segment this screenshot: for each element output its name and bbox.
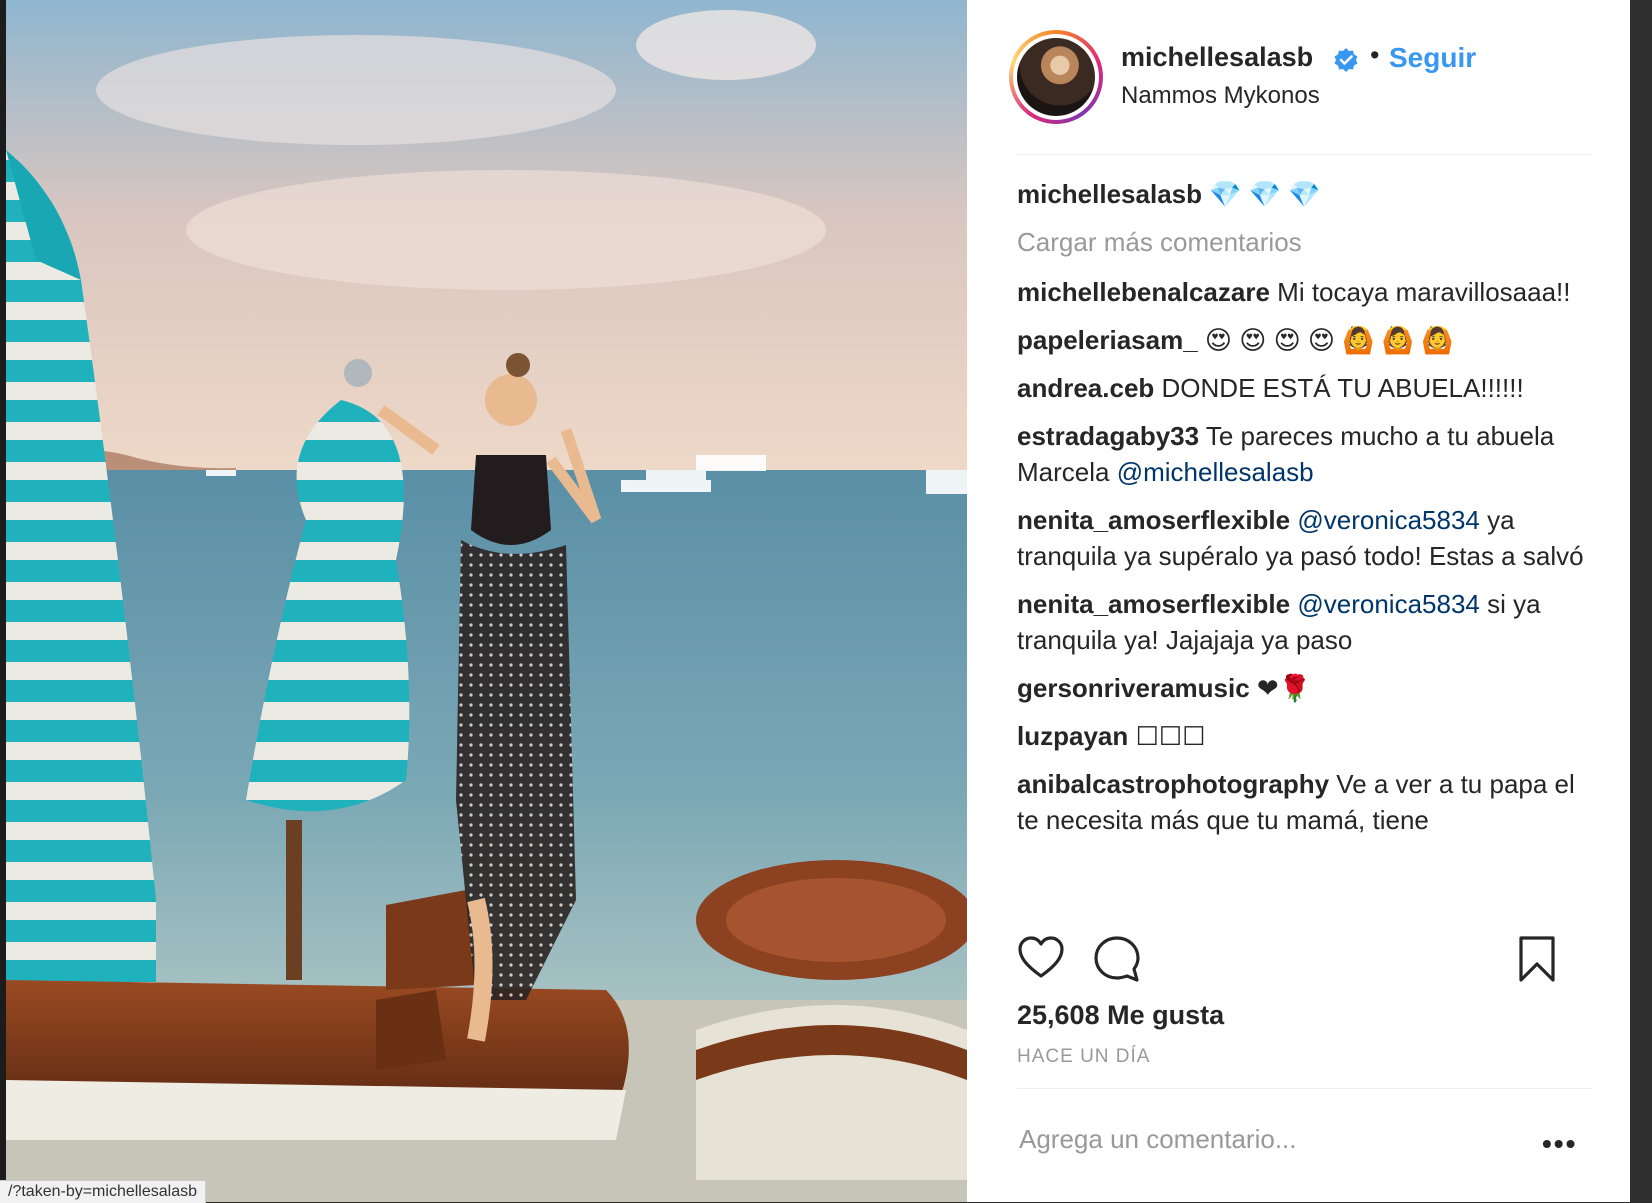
comment-username[interactable]: gersonriveramusic: [1017, 673, 1250, 703]
mention-link[interactable]: @veronica5834: [1297, 505, 1480, 535]
mention-link[interactable]: @veronica5834: [1297, 589, 1480, 619]
comment-item: michellebenalcazare Mi tocaya maravillos…: [1017, 274, 1592, 310]
comment-input[interactable]: [1017, 1116, 1521, 1162]
comment-item: nenita_amoserflexible @veronica5834 ya t…: [1017, 502, 1592, 574]
comment-text: ❤🌹: [1256, 673, 1312, 703]
status-bar-url: /?taken-by=michellesalasb: [0, 1180, 206, 1203]
comment-username[interactable]: papeleriasam_: [1017, 325, 1198, 355]
comment-item: gersonriveramusic ❤🌹: [1017, 670, 1592, 706]
post-side-panel: michellesalasb • Seguir Nammos Mykonos m…: [967, 0, 1652, 1202]
instagram-post-modal: michellesalasb • Seguir Nammos Mykonos m…: [0, 0, 1652, 1203]
comment-username[interactable]: nenita_amoserflexible: [1017, 589, 1290, 619]
caption: michellesalasb 💎 💎 💎: [1017, 176, 1592, 212]
comment-item: luzpayan ☐☐☐: [1017, 718, 1592, 754]
comment-text: Mi tocaya maravillosaaa!!: [1277, 277, 1571, 307]
post-timestamp[interactable]: HACE UN DÍA: [1017, 1046, 1150, 1068]
comments-list[interactable]: michellesalasb 💎 💎 💎 Cargar más comentar…: [1017, 176, 1592, 912]
comment-bubble-icon[interactable]: [1093, 935, 1141, 983]
load-more-comments-button[interactable]: Cargar más comentarios: [1017, 224, 1592, 260]
more-options-button[interactable]: •••: [1542, 1128, 1577, 1160]
comment-item: estradagaby33 Te pareces mucho a tu abue…: [1017, 418, 1592, 490]
comment-username[interactable]: estradagaby33: [1017, 421, 1199, 451]
author-username[interactable]: michellesalasb: [1121, 42, 1313, 73]
follow-button[interactable]: Seguir: [1389, 42, 1476, 74]
bookmark-icon[interactable]: [1517, 935, 1557, 983]
header-separator: •: [1370, 40, 1380, 70]
likes-count[interactable]: 25,608 Me gusta: [1017, 1000, 1224, 1031]
avatar-border: [1013, 34, 1099, 120]
comment-username[interactable]: michellesalasb: [1017, 179, 1202, 209]
comment-item: anibalcastrophotography Ve a ver a tu pa…: [1017, 766, 1592, 838]
comment-username[interactable]: luzpayan: [1017, 721, 1128, 751]
location-link[interactable]: Nammos Mykonos: [1121, 82, 1320, 110]
comment-username[interactable]: anibalcastrophotography: [1017, 769, 1329, 799]
footer-divider: [1017, 1088, 1592, 1089]
avatar-image: [1017, 38, 1095, 116]
comment-text: 😍 😍 😍 😍 🙆 🙆 🙆: [1204, 325, 1454, 355]
avatar[interactable]: [1009, 30, 1103, 124]
comment-username[interactable]: nenita_amoserflexible: [1017, 505, 1290, 535]
comment-item: papeleriasam_ 😍 😍 😍 😍 🙆 🙆 🙆: [1017, 322, 1592, 358]
comment-username[interactable]: michellebenalcazare: [1017, 277, 1270, 307]
comment-text: DONDE ESTÁ TU ABUELA!!!!!!: [1161, 373, 1524, 403]
header-divider: [1017, 154, 1592, 155]
comment-username[interactable]: andrea.ceb: [1017, 373, 1154, 403]
backdrop-edge: [1630, 0, 1652, 1202]
comment-text: ☐☐☐: [1135, 721, 1206, 751]
verified-badge-icon: [1334, 48, 1358, 72]
mention-link[interactable]: @michellesalasb: [1117, 457, 1314, 487]
action-bar: [1017, 935, 1607, 995]
comment-item: nenita_amoserflexible @veronica5834 si y…: [1017, 586, 1592, 658]
beach-photo-illustration: [6, 0, 967, 1202]
caption-text: 💎 💎 💎: [1209, 179, 1321, 209]
comment-item: andrea.ceb DONDE ESTÁ TU ABUELA!!!!!!: [1017, 370, 1592, 406]
post-photo[interactable]: [6, 0, 967, 1202]
post-header: michellesalasb • Seguir Nammos Mykonos: [967, 0, 1622, 154]
heart-icon[interactable]: [1017, 935, 1065, 981]
